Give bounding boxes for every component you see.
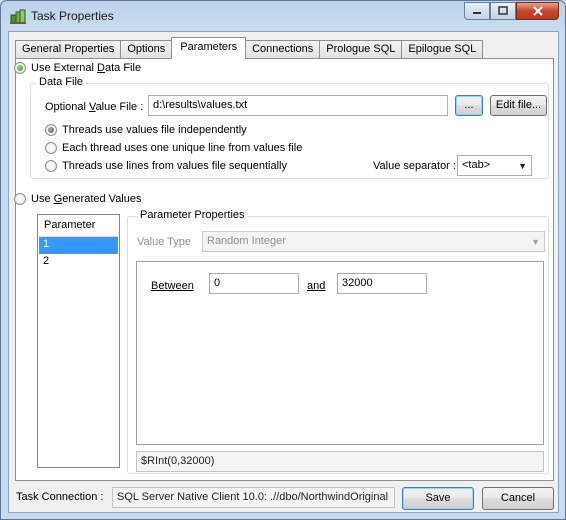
value-file-input[interactable]: d:\results\values.txt: [148, 95, 448, 116]
radio-label: Threads use lines from values file seque…: [62, 160, 288, 172]
parameter-properties-group: Parameter Properties Value Type Random I…: [127, 209, 549, 474]
tab-prologue-sql[interactable]: Prologue SQL: [319, 40, 403, 58]
chevron-down-icon: ▼: [518, 161, 527, 171]
tab-options[interactable]: Options: [120, 40, 173, 58]
between-label: Between: [151, 280, 194, 292]
parameter-editor-panel: Between 0 and 32000: [136, 261, 544, 445]
task-properties-icon: [10, 9, 26, 24]
browse-button[interactable]: ...: [455, 95, 483, 116]
and-input[interactable]: 32000: [337, 273, 427, 294]
radio-indicator: [45, 124, 57, 136]
chevron-down-icon: ▼: [531, 237, 540, 247]
tab-parameters[interactable]: Parameters: [171, 37, 247, 59]
expression-display: $RInt(0,32000): [136, 451, 544, 472]
radio-indicator: [45, 160, 57, 172]
parameter-list-header: Parameter: [38, 215, 119, 237]
tab-strip: General Properties Options Parameters Co…: [15, 37, 484, 59]
data-file-group: Data File Optional Value File : d:\resul…: [30, 76, 549, 179]
list-item[interactable]: 2: [39, 254, 118, 271]
mode-independent-radio[interactable]: Threads use values file independently: [45, 124, 247, 136]
value-type-value: Random Integer: [207, 235, 286, 247]
close-button[interactable]: [516, 2, 559, 20]
data-file-group-title: Data File: [37, 76, 86, 88]
tab-epilogue-sql[interactable]: Epilogue SQL: [401, 40, 484, 58]
radio-label: Each thread uses one unique line from va…: [62, 142, 303, 154]
parameters-tab-panel: Use External Data File Data File Optiona…: [14, 58, 554, 481]
value-separator-value: <tab>: [462, 159, 491, 171]
tab-general-properties[interactable]: General Properties: [15, 40, 122, 58]
value-type-label: Value Type: [137, 236, 192, 248]
value-separator-select[interactable]: <tab> ▼: [457, 155, 532, 176]
title-bar[interactable]: Task Properties: [1, 1, 565, 31]
task-connection-field: SQL Server Native Client 10.0: .//dbo/No…: [112, 487, 395, 508]
between-input[interactable]: 0: [209, 273, 299, 294]
list-item[interactable]: 1: [39, 237, 118, 254]
window-title: Task Properties: [31, 9, 114, 23]
radio-label: Use External Data File: [31, 62, 142, 74]
mode-sequential-radio[interactable]: Threads use lines from values file seque…: [45, 160, 287, 172]
edit-file-button[interactable]: Edit file...: [490, 95, 547, 116]
maximize-button[interactable]: [490, 2, 516, 20]
task-connection-label: Task Connection :: [16, 491, 104, 503]
close-icon: [532, 6, 543, 16]
radio-indicator: [14, 193, 26, 205]
radio-indicator: [45, 142, 57, 154]
and-label: and: [307, 280, 326, 292]
maximize-icon: [498, 6, 508, 15]
radio-label: Threads use values file independently: [62, 124, 247, 136]
save-button[interactable]: Save: [402, 487, 474, 510]
radio-label: Use Generated Values: [31, 193, 142, 205]
cancel-button[interactable]: Cancel: [482, 487, 554, 510]
caption-buttons: [464, 2, 559, 20]
mode-unique-line-radio[interactable]: Each thread uses one unique line from va…: [45, 142, 302, 154]
task-properties-window: Task Properties General Properties Optio…: [0, 0, 566, 520]
use-external-data-file-radio[interactable]: Use External Data File: [14, 62, 141, 74]
parameter-properties-title: Parameter Properties: [138, 209, 247, 221]
value-type-select[interactable]: Random Integer ▼: [202, 231, 545, 252]
radio-indicator: [14, 62, 26, 74]
tab-connections[interactable]: Connections: [245, 40, 321, 58]
use-generated-values-radio[interactable]: Use Generated Values: [14, 193, 142, 205]
dialog-client-area: General Properties Options Parameters Co…: [8, 31, 559, 513]
minimize-button[interactable]: [464, 2, 490, 20]
minimize-icon: [473, 12, 481, 14]
optional-value-file-label: Optional Value File :: [45, 101, 144, 113]
parameter-list[interactable]: Parameter 1 2: [37, 214, 120, 468]
value-separator-label: Value separator :: [373, 160, 456, 172]
